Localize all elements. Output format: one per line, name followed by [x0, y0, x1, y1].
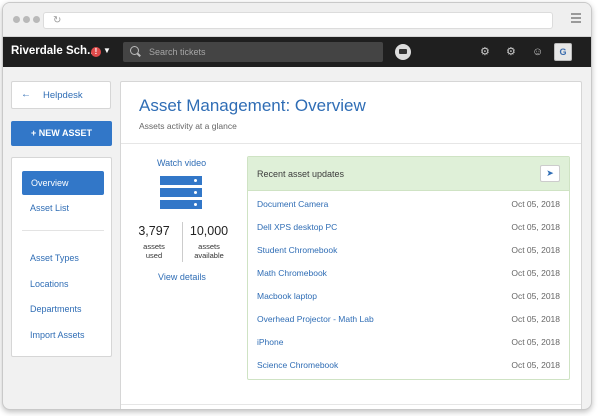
sidebar-divider [22, 230, 104, 231]
assets-available-label: assets available [194, 242, 224, 260]
asset-name[interactable]: Science Chromebook [257, 360, 338, 370]
monitor-icon[interactable] [395, 44, 411, 60]
asset-name[interactable]: Macbook laptop [257, 291, 317, 301]
assets-used-label: assets used [143, 242, 165, 260]
list-item[interactable]: Math Chromebook Oct 05, 2018 [248, 262, 569, 285]
gear-icon[interactable]: ⚙ [506, 46, 516, 58]
assets-used-count: 3,797 [138, 224, 170, 238]
share-icon[interactable]: ➤ [540, 165, 560, 182]
asset-name[interactable]: Document Camera [257, 199, 328, 209]
list-item[interactable]: iPhone Oct 05, 2018 [248, 331, 569, 354]
window-dot-icon [33, 16, 40, 23]
top-navbar: Riverdale Sch... ! ▼ ⚙ ⚙ ☺ G [3, 37, 591, 67]
sidebar-item-departments[interactable]: Departments [30, 304, 82, 314]
address-bar[interactable]: ↻ [43, 12, 553, 29]
reload-icon[interactable]: ↻ [53, 14, 61, 28]
updates-title: Recent asset updates [257, 169, 345, 179]
asset-name[interactable]: iPhone [257, 337, 283, 347]
helpdesk-back-link[interactable]: ← Helpdesk [11, 81, 111, 109]
sidebar-item-import-assets[interactable]: Import Assets [30, 330, 85, 340]
list-item[interactable]: Overhead Projector - Math Lab Oct 05, 201… [248, 308, 569, 331]
asset-date: Oct 05, 2018 [511, 199, 560, 209]
sidebar-item-overview[interactable]: Overview [22, 171, 104, 195]
list-item[interactable]: Student Chromebook Oct 05, 2018 [248, 239, 569, 262]
window-dot-icon [23, 16, 30, 23]
main-panel: Asset Management: Overview Assets activi… [120, 81, 582, 409]
view-details-link[interactable]: View details [158, 272, 206, 282]
search-icon [130, 46, 139, 55]
asset-date: Oct 05, 2018 [511, 337, 560, 347]
list-item[interactable]: Document Camera Oct 05, 2018 [248, 193, 569, 216]
search-bar[interactable] [123, 42, 383, 62]
new-asset-button[interactable]: + NEW ASSET [11, 121, 112, 146]
list-item[interactable]: Science Chromebook Oct 05, 2018 [248, 354, 569, 377]
sidebar-item-locations[interactable]: Locations [30, 279, 69, 289]
new-asset-label: NEW ASSET [38, 128, 92, 138]
divider [121, 404, 581, 405]
divider [121, 143, 581, 144]
server-icon [160, 176, 202, 212]
list-item[interactable]: Dell XPS desktop PC Oct 05, 2018 [248, 216, 569, 239]
asset-date: Oct 05, 2018 [511, 314, 560, 324]
browser-menu-icon[interactable] [571, 13, 581, 25]
sidebar-nav: Overview Asset List Asset Types Location… [11, 157, 112, 357]
asset-date: Oct 05, 2018 [511, 360, 560, 370]
asset-name[interactable]: Overhead Projector - Math Lab [257, 314, 374, 324]
asset-date: Oct 05, 2018 [511, 245, 560, 255]
watch-video-link[interactable]: Watch video [157, 158, 206, 168]
alert-icon[interactable]: ! [91, 47, 101, 57]
list-item[interactable]: Macbook laptop Oct 05, 2018 [248, 285, 569, 308]
updates-header: Recent asset updates ➤ [248, 157, 569, 191]
sidebar-item-asset-list[interactable]: Asset List [30, 203, 69, 213]
asset-date: Oct 05, 2018 [511, 268, 560, 278]
sidebar-item-asset-types[interactable]: Asset Types [30, 253, 79, 263]
assets-available-count: 10,000 [189, 224, 229, 238]
page-subtitle: Assets activity at a glance [139, 121, 237, 131]
page-title: Asset Management: Overview [139, 96, 366, 115]
chevron-down-icon[interactable]: ▼ [103, 46, 111, 55]
avatar[interactable]: G [554, 43, 572, 61]
smiley-icon[interactable]: ☺ [532, 46, 543, 58]
browser-window: ↻ Riverdale Sch... ! ▼ ⚙ ⚙ ☺ G ← Helpdes… [2, 2, 592, 410]
stat-divider [182, 222, 183, 262]
recent-updates-panel: Recent asset updates ➤ Document Camera Oc… [247, 156, 570, 380]
arrow-left-icon: ← [21, 89, 31, 100]
asset-name[interactable]: Student Chromebook [257, 245, 337, 255]
puzzle-icon[interactable]: ⚙ [480, 46, 490, 58]
window-dot-icon [13, 16, 20, 23]
asset-name[interactable]: Math Chromebook [257, 268, 327, 278]
browser-chrome: ↻ [3, 3, 591, 37]
helpdesk-label: Helpdesk [43, 90, 83, 101]
brand-name[interactable]: Riverdale Sch... [11, 45, 97, 57]
asset-name[interactable]: Dell XPS desktop PC [257, 222, 337, 232]
plus-icon: + [31, 128, 39, 138]
asset-date: Oct 05, 2018 [511, 222, 560, 232]
asset-date: Oct 05, 2018 [511, 291, 560, 301]
search-input[interactable] [149, 45, 369, 59]
